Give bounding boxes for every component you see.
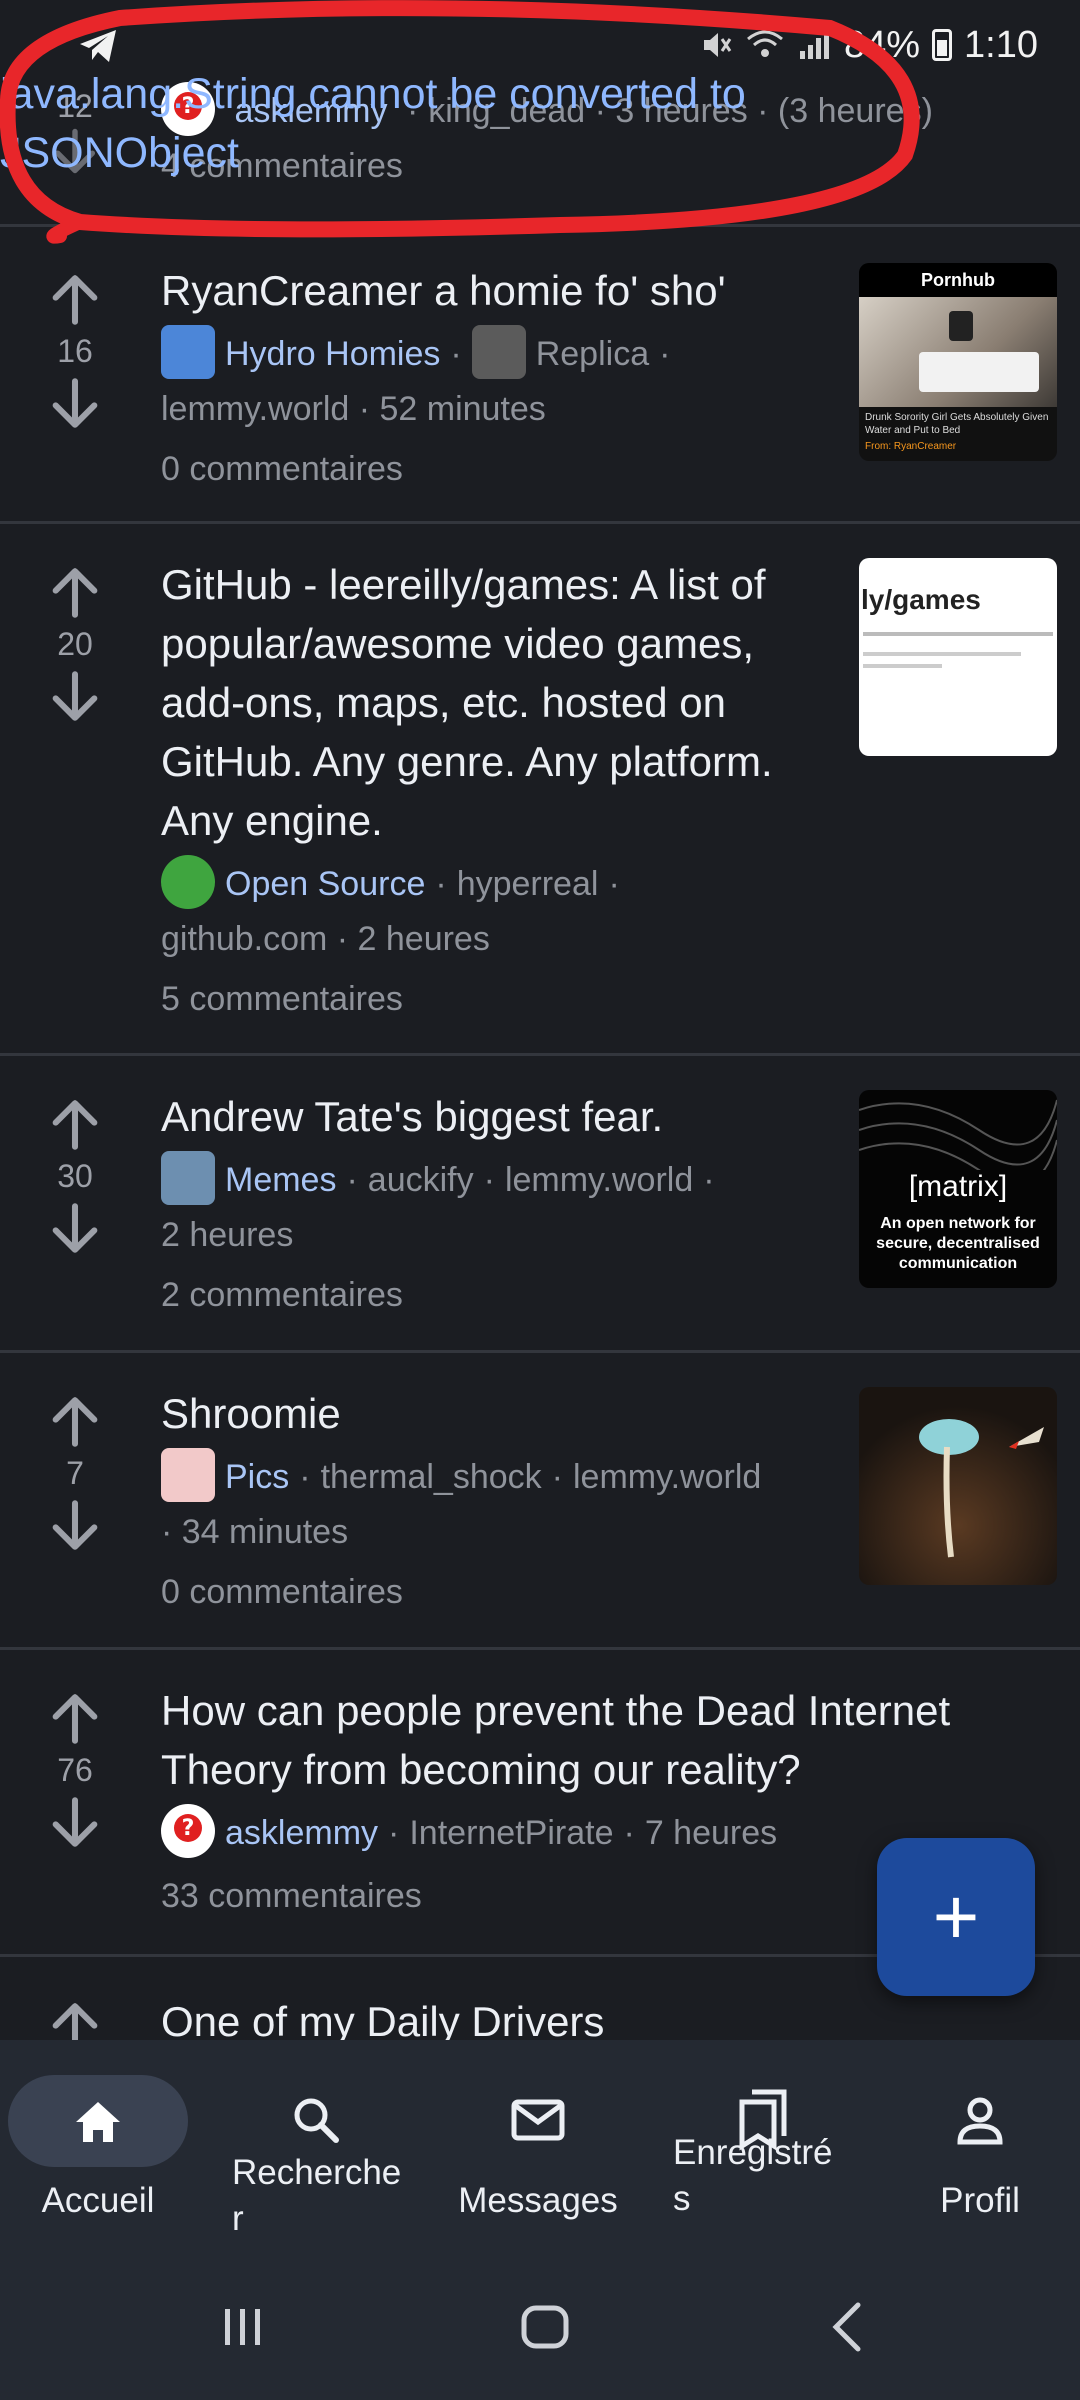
- pics-community-icon: [161, 1448, 215, 1503]
- system-navigation-bar: [0, 2255, 1080, 2400]
- post-shroomie[interactable]: 7 Shroomie Pics · thermal_shock · lemmy.worl…: [0, 1353, 1080, 1650]
- search-icon: [294, 2098, 339, 2143]
- svg-text:?: ?: [182, 1816, 195, 1841]
- nav-home[interactable]: Accueil: [8, 2040, 188, 2255]
- post-title[interactable]: GitHub - leereilly/games: A list of popu…: [161, 555, 851, 850]
- post-instance: lemmy.world: [573, 1458, 762, 1496]
- wave-lines-graphic: [859, 1099, 1057, 1170]
- post-author[interactable]: auckify: [368, 1161, 474, 1199]
- post-thumbnail[interactable]: [859, 1387, 1057, 1585]
- thumb-caption: An open network for secure, decentralise…: [876, 1215, 1040, 1272]
- post-memes[interactable]: 30 Andrew Tate's biggest fear. Memes · auc…: [0, 1056, 1080, 1353]
- community-link[interactable]: Pics: [225, 1458, 289, 1496]
- post-meta-line2: · 34 minutes: [161, 1513, 349, 1552]
- downvote-icon[interactable]: [46, 1199, 104, 1257]
- community-link[interactable]: Hydro Homies: [225, 335, 440, 373]
- mushroom-image: [919, 1419, 1044, 1558]
- post-score: 30: [57, 1158, 93, 1194]
- upvote-icon[interactable]: [46, 271, 104, 329]
- profile-icon: [957, 2097, 1003, 2145]
- thumb-title: ly/games: [861, 584, 981, 615]
- back-icon[interactable]: [818, 2297, 878, 2357]
- post-score: 16: [57, 333, 93, 369]
- community-link[interactable]: asklemmy: [225, 1814, 378, 1852]
- nav-label: Accueil: [41, 2181, 155, 2220]
- author-avatar: [471, 325, 526, 380]
- upvote-icon[interactable]: [46, 1999, 104, 2040]
- downvote-icon[interactable]: [46, 374, 104, 432]
- red-annotation-circle: [0, 0, 920, 244]
- post-meta-line2: 2 heures: [161, 1216, 294, 1255]
- post-hydro-homies[interactable]: 16 RyanCreamer a homie fo' sho' Hydro Ho…: [0, 227, 1080, 524]
- post-meta-line2: lemmy.world · 52 minutes: [161, 390, 546, 429]
- post-author[interactable]: InternetPirate: [409, 1814, 613, 1852]
- post-score: 76: [57, 1752, 93, 1788]
- post-title[interactable]: How can people prevent the Dead Internet…: [161, 1681, 1041, 1799]
- nav-search[interactable]: Recherche r: [216, 2040, 416, 2255]
- nav-messages[interactable]: Messages: [448, 2040, 628, 2255]
- downvote-icon[interactable]: [46, 1793, 104, 1851]
- post-author[interactable]: Replica: [536, 335, 649, 373]
- thumb-header: Pornhub: [921, 269, 995, 290]
- post-title[interactable]: Shroomie: [161, 1384, 851, 1443]
- downvote-icon[interactable]: [46, 1496, 104, 1554]
- post-title[interactable]: Andrew Tate's biggest fear.: [161, 1087, 851, 1146]
- nav-label: Enregistré s: [673, 2133, 833, 2218]
- upvote-icon[interactable]: [46, 1096, 104, 1154]
- recents-icon[interactable]: [213, 2297, 273, 2357]
- thumb-from: From: RyanCreamer: [865, 441, 957, 452]
- hydro-homies-community-icon: [161, 325, 215, 380]
- upvote-icon[interactable]: [46, 564, 104, 622]
- comment-count[interactable]: 0 commentaires: [161, 1566, 851, 1618]
- post-thumbnail[interactable]: Pornhub Drunk Sorority Girl Gets Absolut…: [859, 263, 1057, 461]
- upvote-icon[interactable]: [46, 1690, 104, 1748]
- bottom-navigation: Accueil Recherche r Messages Enregistré …: [0, 2040, 1080, 2255]
- home-icon: [76, 2102, 120, 2142]
- asklemmy-community-icon: ?: [161, 1804, 215, 1859]
- mail-icon: [511, 2099, 565, 2141]
- nav-saved[interactable]: Enregistré s: [662, 2040, 862, 2255]
- post-author[interactable]: hyperreal: [457, 865, 599, 903]
- nav-profile[interactable]: Profil: [890, 2040, 1070, 2255]
- community-link[interactable]: Memes: [225, 1161, 336, 1199]
- memes-community-icon: [161, 1151, 215, 1206]
- post-github-games[interactable]: 20 GitHub - leereilly/games: A list of p…: [0, 524, 1080, 1056]
- post-title[interactable]: One of my Daily Drivers: [161, 1992, 1041, 2040]
- nav-label: Messages: [458, 2181, 618, 2220]
- downvote-icon[interactable]: [46, 667, 104, 725]
- post-score: 20: [57, 626, 93, 662]
- post-time: 7 heures: [644, 1814, 778, 1852]
- post-title[interactable]: RyanCreamer a homie fo' sho': [161, 261, 841, 320]
- create-post-button[interactable]: +: [877, 1838, 1035, 1996]
- comment-count[interactable]: 0 commentaires: [161, 443, 841, 495]
- comment-count[interactable]: 5 commentaires: [161, 973, 851, 1025]
- community-link[interactable]: Open Source: [225, 865, 425, 903]
- nav-label: Profil: [940, 2181, 1020, 2220]
- upvote-icon[interactable]: [46, 1393, 104, 1451]
- home-system-icon[interactable]: [515, 2297, 575, 2357]
- nav-label: Recherche r: [232, 2153, 402, 2238]
- open-source-community-icon: [161, 855, 215, 910]
- post-thumbnail[interactable]: [matrix] An open network for secure, dec…: [859, 1090, 1057, 1288]
- post-author[interactable]: thermal_shock: [321, 1458, 542, 1496]
- post-instance: lemmy.world: [504, 1161, 694, 1199]
- post-meta-line2: github.com · 2 heures: [161, 920, 490, 959]
- thumb-caption: Drunk Sorority Girl Gets Absolutely Give…: [865, 412, 1049, 436]
- post-score: 7: [66, 1455, 84, 1491]
- post-thumbnail[interactable]: ly/games: [859, 558, 1057, 756]
- thumb-brand: [matrix]: [908, 1170, 1008, 1203]
- comment-count[interactable]: 2 commentaires: [161, 1269, 851, 1321]
